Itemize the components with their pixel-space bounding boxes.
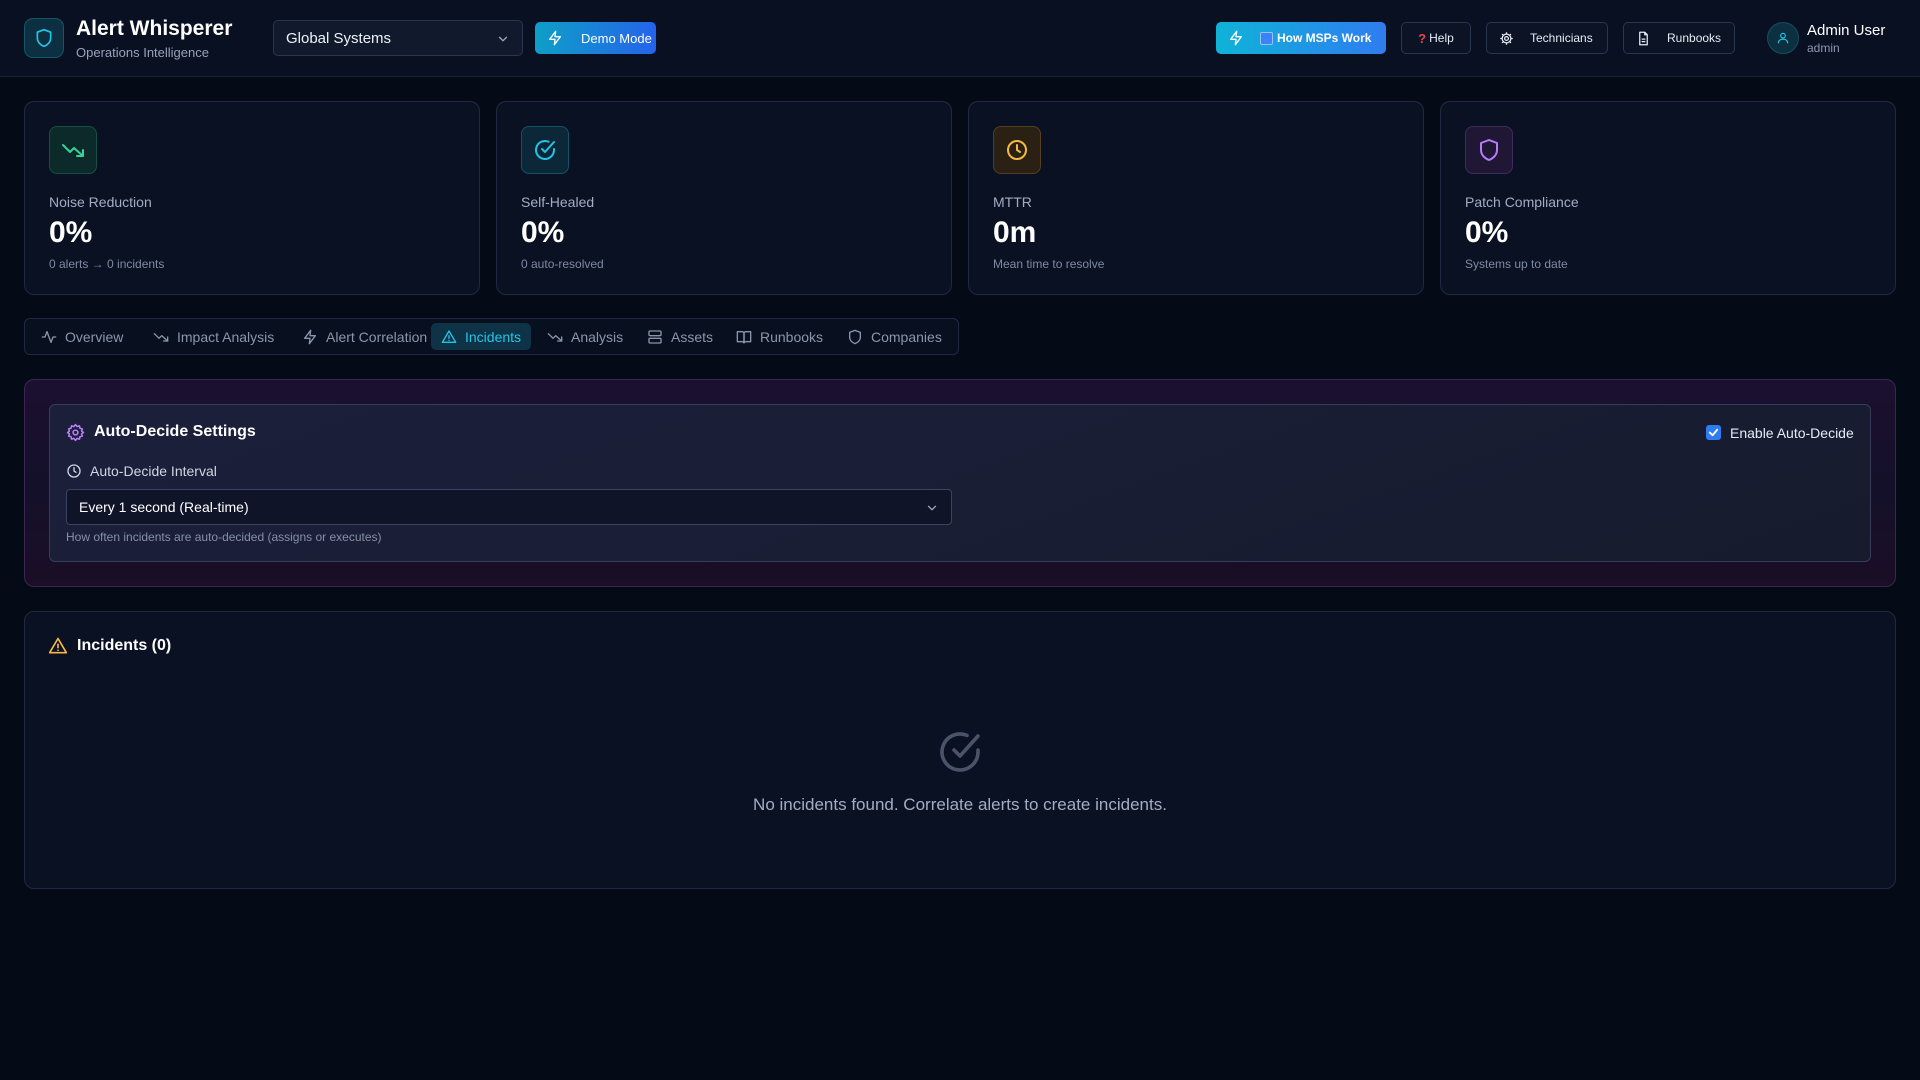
tab-impact-analysis[interactable]: Impact Analysis	[143, 323, 284, 350]
runbooks-label: Runbooks	[1667, 31, 1722, 45]
how-msps-work-button[interactable]: How MSPs Work	[1216, 22, 1386, 54]
chevron-down-icon	[927, 505, 937, 511]
tab-companies[interactable]: Companies	[837, 323, 952, 350]
stat-value: 0m	[993, 216, 1037, 249]
stat-label: Noise Reduction	[49, 194, 152, 210]
tab-label: Runbooks	[760, 328, 824, 345]
stat-card-patch-compliance: Patch Compliance 0% Systems up to date	[1440, 101, 1896, 295]
app-title: Alert Whisperer	[76, 17, 233, 40]
logo	[24, 18, 64, 58]
activity-icon	[41, 330, 57, 343]
shield-icon-box	[1465, 126, 1513, 174]
shield-icon	[36, 28, 52, 48]
check-icon	[1708, 428, 1719, 437]
runbooks-button[interactable]: Runbooks	[1623, 22, 1735, 54]
user-name: Admin User	[1807, 22, 1886, 39]
server-icon	[648, 329, 662, 344]
technicians-button[interactable]: Technicians	[1486, 22, 1608, 54]
auto-decide-title: Auto-Decide Settings	[94, 423, 256, 440]
trending-down-icon	[62, 144, 84, 157]
enable-auto-decide-label[interactable]: Enable Auto-Decide	[1730, 425, 1854, 441]
alert-triangle-icon	[48, 637, 68, 654]
tab-label: Incidents	[465, 328, 522, 345]
tab-label: Alert Correlation	[326, 328, 428, 345]
user-role: admin	[1807, 41, 1840, 55]
shield-icon	[849, 329, 861, 344]
gear-icon	[1500, 31, 1513, 45]
stat-card-noise-reduction: Noise Reduction 0% 0 alerts → 0 incident…	[24, 101, 480, 295]
tab-label: Analysis	[571, 328, 624, 345]
trending-down-icon-box	[49, 126, 97, 174]
how-msps-work-label: How MSPs Work	[1277, 31, 1372, 45]
chevron-down-icon	[498, 36, 508, 42]
demo-mode-label: Demo Mode	[581, 30, 652, 46]
incidents-title: Incidents (0)	[77, 637, 172, 654]
clock-icon	[67, 464, 81, 478]
avatar[interactable]	[1767, 22, 1799, 54]
zap-icon	[549, 30, 561, 46]
tab-analysis[interactable]: Analysis	[537, 323, 633, 350]
tab-incidents[interactable]: Incidents	[431, 323, 532, 350]
tab-label: Assets	[671, 328, 714, 345]
tab-label: Companies	[871, 328, 942, 345]
stat-card-mttr: MTTR 0m Mean time to resolve	[968, 101, 1424, 295]
check-circle-icon	[940, 732, 980, 772]
tab-label: Impact Analysis	[177, 328, 275, 345]
enable-auto-decide-checkbox[interactable]	[1706, 425, 1721, 440]
stat-card-self-healed: Self-Healed 0% 0 auto-resolved	[496, 101, 952, 295]
demo-mode-button[interactable]: Demo Mode	[535, 22, 656, 54]
auto-decide-interval-label: Auto-Decide Interval	[90, 463, 217, 479]
stat-label: Self-Healed	[521, 194, 595, 210]
stat-subtext: Mean time to resolve	[993, 257, 1105, 271]
help-label: Help	[1429, 31, 1454, 45]
book-icon	[1260, 31, 1273, 45]
check-circle-icon	[535, 140, 555, 160]
tab-assets[interactable]: Assets	[637, 323, 723, 350]
stat-subtext: 0 alerts → 0 incidents	[49, 257, 165, 271]
auto-decide-interval-select[interactable]: Every 1 second (Real-time)	[66, 489, 952, 525]
shield-icon	[1480, 139, 1498, 161]
file-text-icon	[1639, 31, 1648, 45]
gear-icon	[66, 423, 85, 442]
main-tabs: Overview Impact Analysis Alert Correlati…	[24, 318, 959, 355]
zap-icon	[1230, 30, 1242, 46]
question-icon: ?	[1418, 30, 1427, 46]
top-header: Alert Whisperer Operations Intelligence …	[0, 0, 1920, 77]
stat-subtext: 0 auto-resolved	[521, 257, 604, 271]
auto-decide-help-text: How often incidents are auto-decided (as…	[66, 530, 382, 544]
stat-subtext: Systems up to date	[1465, 257, 1568, 271]
zap-icon	[304, 329, 316, 344]
tab-runbooks[interactable]: Runbooks	[726, 323, 833, 350]
stat-label: Patch Compliance	[1465, 194, 1579, 210]
stat-value: 0%	[1465, 216, 1509, 249]
tab-label: Overview	[65, 328, 124, 345]
stat-value: 0%	[49, 216, 93, 249]
technicians-label: Technicians	[1530, 31, 1593, 45]
organization-select[interactable]: Global Systems	[273, 20, 523, 56]
empty-state-message: No incidents found. Correlate alerts to …	[753, 795, 1167, 814]
book-open-icon	[736, 330, 752, 344]
trending-down-icon	[153, 332, 169, 342]
organization-select-value: Global Systems	[286, 29, 392, 47]
help-button[interactable]: ? Help	[1401, 22, 1471, 54]
check-circle-icon-box	[521, 126, 569, 174]
clock-icon	[1007, 140, 1027, 160]
alert-triangle-icon	[441, 329, 457, 343]
user-icon	[1777, 32, 1789, 44]
interval-select-value: Every 1 second (Real-time)	[79, 499, 249, 515]
stat-label: MTTR	[993, 194, 1032, 210]
clock-icon-box	[993, 126, 1041, 174]
tab-overview[interactable]: Overview	[31, 323, 133, 350]
tab-alert-correlation[interactable]: Alert Correlation	[292, 323, 437, 350]
stat-value: 0%	[521, 216, 565, 249]
trending-down-icon	[547, 332, 563, 342]
app-subtitle: Operations Intelligence	[76, 45, 209, 60]
